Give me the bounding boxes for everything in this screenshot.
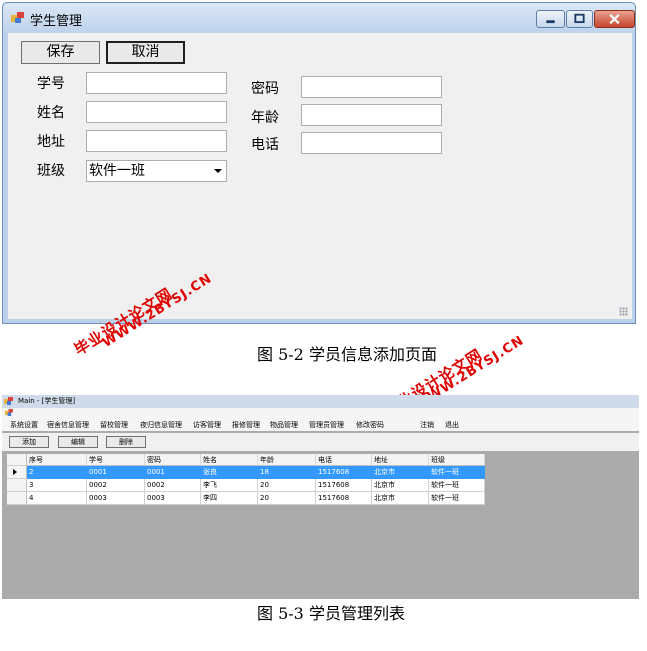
- table-cell[interactable]: 张良: [201, 466, 258, 479]
- close-button[interactable]: [594, 10, 635, 28]
- table-cell[interactable]: 软件一班: [429, 479, 485, 492]
- menu-system-settings[interactable]: 系统设置: [10, 420, 38, 430]
- window-title: 学生管理: [30, 14, 83, 29]
- main-title-bar[interactable]: Main - [学生管理]: [2, 395, 639, 408]
- menu-logout[interactable]: 注销: [420, 420, 434, 430]
- cancel-button[interactable]: 取消: [106, 41, 185, 64]
- password-input[interactable]: [301, 76, 442, 98]
- column-header[interactable]: 年龄: [258, 454, 316, 466]
- menu-dorm-info[interactable]: 宿舍信息管理: [47, 420, 89, 430]
- menu-repair[interactable]: 报修管理: [232, 420, 260, 430]
- delete-button[interactable]: 删除: [106, 436, 146, 448]
- class-label: 班级: [37, 163, 65, 179]
- address-input[interactable]: [86, 130, 227, 152]
- table-corner-header: [7, 454, 27, 466]
- minimize-button[interactable]: [536, 10, 565, 28]
- name-label: 姓名: [37, 105, 65, 121]
- minimize-icon: [546, 20, 555, 24]
- title-bar[interactable]: 学生管理: [3, 3, 635, 33]
- menu-visitor[interactable]: 访客管理: [193, 420, 221, 430]
- table-cell[interactable]: 0001: [145, 466, 201, 479]
- column-header[interactable]: 姓名: [201, 454, 258, 466]
- class-select-value: 软件一班: [89, 163, 145, 179]
- menu-stay-school[interactable]: 留校管理: [100, 420, 128, 430]
- address-label: 地址: [37, 134, 65, 150]
- column-header[interactable]: 学号: [87, 454, 145, 466]
- table-cell[interactable]: 李飞: [201, 479, 258, 492]
- table-cell[interactable]: 18: [258, 466, 316, 479]
- table-cell[interactable]: 北京市: [372, 479, 429, 492]
- student-table[interactable]: 序号 学号 密码 姓名 年龄 电话 地址 班级 2 0001 0001 张良 18 1517608 北京市软…: [7, 454, 485, 505]
- current-row-indicator-icon[interactable]: [7, 466, 27, 479]
- dropdown-arrow-icon: [214, 169, 222, 173]
- column-header[interactable]: 地址: [372, 454, 429, 466]
- column-header[interactable]: 电话: [316, 454, 372, 466]
- class-select[interactable]: 软件一班: [86, 160, 227, 182]
- phone-input[interactable]: [301, 132, 442, 154]
- menu-late-return[interactable]: 夜归信息管理: [140, 420, 182, 430]
- column-header[interactable]: 密码: [145, 454, 201, 466]
- grid-toolbar: 添加 编辑 删除: [2, 433, 639, 451]
- table-cell[interactable]: 2: [27, 466, 87, 479]
- table-cell[interactable]: 李四: [201, 492, 258, 505]
- student-id-input[interactable]: [86, 72, 227, 94]
- column-header[interactable]: 序号: [27, 454, 87, 466]
- resize-grip-icon[interactable]: [619, 307, 628, 316]
- table-cell[interactable]: 0001: [87, 466, 145, 479]
- mdi-child-strip: [2, 408, 639, 417]
- figure-caption-1: 图 5-2 学员信息添加页面: [257, 345, 437, 364]
- menu-change-password[interactable]: 修改密码: [356, 420, 384, 430]
- close-icon: [609, 13, 620, 25]
- add-button[interactable]: 添加: [9, 436, 49, 448]
- column-header[interactable]: 班级: [429, 454, 485, 466]
- name-input[interactable]: [86, 101, 227, 123]
- table-cell[interactable]: 0003: [145, 492, 201, 505]
- table-cell[interactable]: 20: [258, 479, 316, 492]
- main-app-icon: [4, 397, 13, 405]
- table-cell[interactable]: 北京市: [372, 492, 429, 505]
- menu-exit[interactable]: 退出: [445, 420, 459, 430]
- menu-admin[interactable]: 管理员管理: [309, 420, 344, 430]
- main-window-title: Main - [学生管理]: [18, 397, 76, 405]
- table-cell[interactable]: 4: [27, 492, 87, 505]
- figure-caption-2: 图 5-3 学员管理列表: [257, 604, 405, 623]
- edit-button[interactable]: 编辑: [58, 436, 98, 448]
- save-button[interactable]: 保存: [21, 41, 100, 64]
- menu-items[interactable]: 物品管理: [270, 420, 298, 430]
- maximize-button[interactable]: [566, 10, 593, 28]
- table-cell[interactable]: 北京市: [372, 466, 429, 479]
- form-client-area: 保存 取消 学号 密码 姓名 年龄 地址 电话 班级 软件一班: [8, 33, 632, 319]
- main-mdi-window: Main - [学生管理] 系统设置 宿舍信息管理 留校管理 夜归信息管理 访客…: [2, 395, 639, 599]
- menu-bar: 系统设置 宿舍信息管理 留校管理 夜归信息管理 访客管理 报修管理 物品管理 管…: [2, 417, 639, 431]
- phone-label: 电话: [251, 137, 279, 153]
- age-input[interactable]: [301, 104, 442, 126]
- table-cell[interactable]: 1517608: [316, 479, 372, 492]
- table-cell[interactable]: 软件一班: [429, 492, 485, 505]
- maximize-icon: [574, 13, 585, 24]
- table-cell[interactable]: 0002: [145, 479, 201, 492]
- table-cell[interactable]: 1517608: [316, 492, 372, 505]
- app-icon: [11, 12, 24, 23]
- row-header[interactable]: [7, 492, 27, 505]
- student-id-label: 学号: [37, 76, 65, 92]
- table-cell[interactable]: 软件一班: [429, 466, 485, 479]
- table-cell[interactable]: 0002: [87, 479, 145, 492]
- student-form-window: 学生管理 保存 取消 学号 密码 姓名 年龄 地址 电话 班级 软件一班: [2, 2, 636, 324]
- age-label: 年龄: [251, 110, 279, 126]
- table-cell[interactable]: 0003: [87, 492, 145, 505]
- table-cell[interactable]: 20: [258, 492, 316, 505]
- child-app-icon: [5, 409, 13, 416]
- row-header[interactable]: [7, 479, 27, 492]
- table-cell[interactable]: 1517608: [316, 466, 372, 479]
- table-cell[interactable]: 3: [27, 479, 87, 492]
- password-label: 密码: [251, 81, 279, 97]
